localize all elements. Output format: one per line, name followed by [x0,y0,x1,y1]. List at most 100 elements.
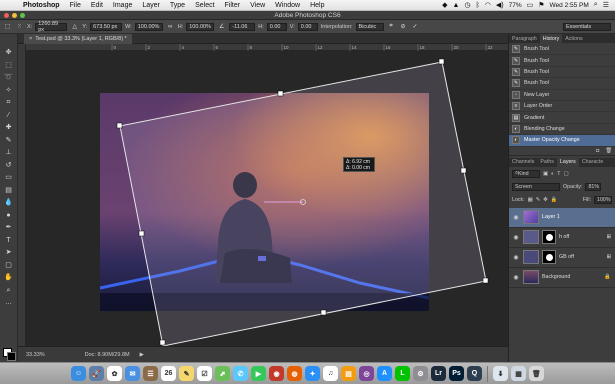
menu-help[interactable]: Help [305,2,329,9]
layer-mask-thumbnail[interactable] [542,250,556,265]
menubar-clock[interactable]: Wed 2:55 PM [550,2,589,9]
path-select-tool-icon[interactable]: ➤ [2,248,15,258]
bluetooth-icon[interactable]: ᛒ [476,2,480,9]
type-tool-icon[interactable]: T [2,236,15,246]
delete-state-icon[interactable]: 🗑 [605,148,612,154]
commit-transform-icon[interactable]: ✓ [411,22,420,31]
warp-mode-icon[interactable]: ⌗ [387,22,396,31]
eraser-tool-icon[interactable]: ▭ [2,173,15,183]
notification-center-icon[interactable]: ☰ [603,1,609,9]
battery-icon[interactable]: ▭ [527,1,534,9]
visibility-eye-icon[interactable]: ◉ [512,214,520,221]
move-tool-icon[interactable]: ✥ [2,48,15,58]
gradient-tool-icon[interactable]: ▤ [2,186,15,196]
new-snapshot-icon[interactable]: ◘ [596,148,599,154]
filter-type-icon[interactable]: T [557,171,560,177]
dodge-tool-icon[interactable]: ● [2,211,15,221]
finder-icon[interactable]: ☺ [71,366,86,381]
transform-tool-icon[interactable]: ⬚ [3,22,12,31]
hand-tool-icon[interactable]: ✋ [2,273,15,283]
tab-character[interactable]: Characte [579,158,607,167]
transform-handle[interactable] [138,230,145,237]
quick-select-tool-icon[interactable]: ✧ [2,86,15,96]
shape-tool-icon[interactable]: ▢ [2,261,15,271]
tab-paragraph[interactable]: Paragraph [509,34,540,43]
marquee-tool-icon[interactable]: ⬚ [2,61,15,71]
layer-row[interactable]: ◉ Layer 1 [509,207,615,228]
relative-position-icon[interactable]: △ [70,22,79,31]
history-item[interactable]: ▤ Gradient [509,112,615,124]
vertical-skew-input[interactable]: 0.00 [297,22,318,31]
quicktime-icon[interactable]: Q [467,366,482,381]
transform-handle[interactable] [277,90,284,97]
visibility-eye-icon[interactable]: ◉ [512,274,520,281]
visibility-eye-icon[interactable]: ◉ [512,254,520,261]
filter-pixel-icon[interactable]: ▣ [543,171,548,177]
calendar-icon[interactable]: 26 [161,366,176,381]
lock-brush-icon[interactable]: ✎ [536,197,540,203]
clone-stamp-tool-icon[interactable]: ⊥ [2,148,15,158]
history-item[interactable]: ✎ Brush Tool [509,44,615,56]
menu-edit[interactable]: Edit [86,2,108,9]
tab-actions[interactable]: Actions [562,34,585,43]
crop-tool-icon[interactable]: ⌗ [2,98,15,108]
messages-icon[interactable]: ✆ [233,366,248,381]
ibooks-icon[interactable]: ▤ [341,366,356,381]
zoom-level[interactable]: 33.33% [26,352,45,358]
layer-row[interactable]: ◉ h off ⊞ [509,228,615,248]
layer-name[interactable]: Background [542,274,570,280]
x-position-input[interactable]: 1260.89 px [35,21,68,33]
lock-move-icon[interactable]: ✥ [543,197,547,203]
layer-row[interactable]: ◉ Background 🔒 [509,268,615,288]
y-position-input[interactable]: 673.50 px [90,22,123,31]
mail-icon[interactable]: ✉ [125,366,140,381]
edit-toolbar-icon[interactable]: … [2,298,15,308]
layer-name[interactable]: Layer 1 [542,214,560,220]
free-transform-overlay[interactable] [18,44,508,346]
history-brush-tool-icon[interactable]: ↺ [2,161,15,171]
history-item[interactable]: ◐ Blending Change [509,124,615,136]
document-tab[interactable]: × Test.psd @ 33.3% (Layer 1, RGB/8) * [24,34,132,44]
menu-image[interactable]: Image [108,2,137,9]
opacity-input[interactable]: 81% [585,182,602,191]
photoshop-icon[interactable]: Ps [449,366,464,381]
transform-handle[interactable] [159,339,166,346]
firefox-icon[interactable]: ◍ [287,366,302,381]
tor-icon[interactable]: ◎ [359,366,374,381]
transform-handle[interactable] [460,167,467,174]
rotation-angle-input[interactable]: -11.06 [229,22,256,31]
background-color-swatch[interactable] [7,352,16,361]
menu-file[interactable]: File [65,2,86,9]
lock-all-icon[interactable]: 🔒 [551,197,558,203]
filter-shape-icon[interactable]: ▢ [563,171,568,177]
document-size[interactable]: Doc: 8.90M/29.8M [85,352,130,358]
history-item[interactable]: ▫ New Layer [509,90,615,101]
cancel-transform-icon[interactable]: ⊘ [399,22,408,31]
lightroom-icon[interactable]: Lr [431,366,446,381]
eyedropper-tool-icon[interactable]: ⁄ [2,111,15,121]
photos-icon[interactable]: ✿ [107,366,122,381]
pen-tool-icon[interactable]: ✒ [2,223,15,233]
dropbox-icon[interactable]: ◆ [442,1,447,9]
history-item[interactable]: ≡ Layer Order [509,101,615,113]
zoom-tool-icon[interactable]: ⌕ [2,286,15,296]
interpolation-select[interactable]: Bicubic [355,22,384,31]
visibility-eye-icon[interactable]: ◉ [512,234,520,241]
close-window-button[interactable] [4,13,9,18]
menu-select[interactable]: Select [190,2,219,9]
history-item[interactable]: ✎ Brush Tool [509,67,615,79]
tab-history[interactable]: History [539,34,563,43]
line-icon[interactable]: L [395,366,410,381]
zoom-window-button[interactable] [20,13,25,18]
photo-booth-icon[interactable]: ◉ [269,366,284,381]
close-document-icon[interactable]: × [29,36,32,42]
reminders-icon[interactable]: ☑ [197,366,212,381]
layer-name[interactable]: h off [559,234,569,240]
menu-layer[interactable]: Layer [137,2,165,9]
downloads-icon[interactable]: ⬇ [493,366,508,381]
contacts-icon[interactable]: ☰ [143,366,158,381]
layer-row[interactable]: ◉ GB off ⊞ [509,248,615,268]
system-prefs-icon[interactable]: ⚙ [413,366,428,381]
tab-layers[interactable]: Layers [556,157,579,167]
itunes-icon[interactable]: ♫ [323,366,338,381]
